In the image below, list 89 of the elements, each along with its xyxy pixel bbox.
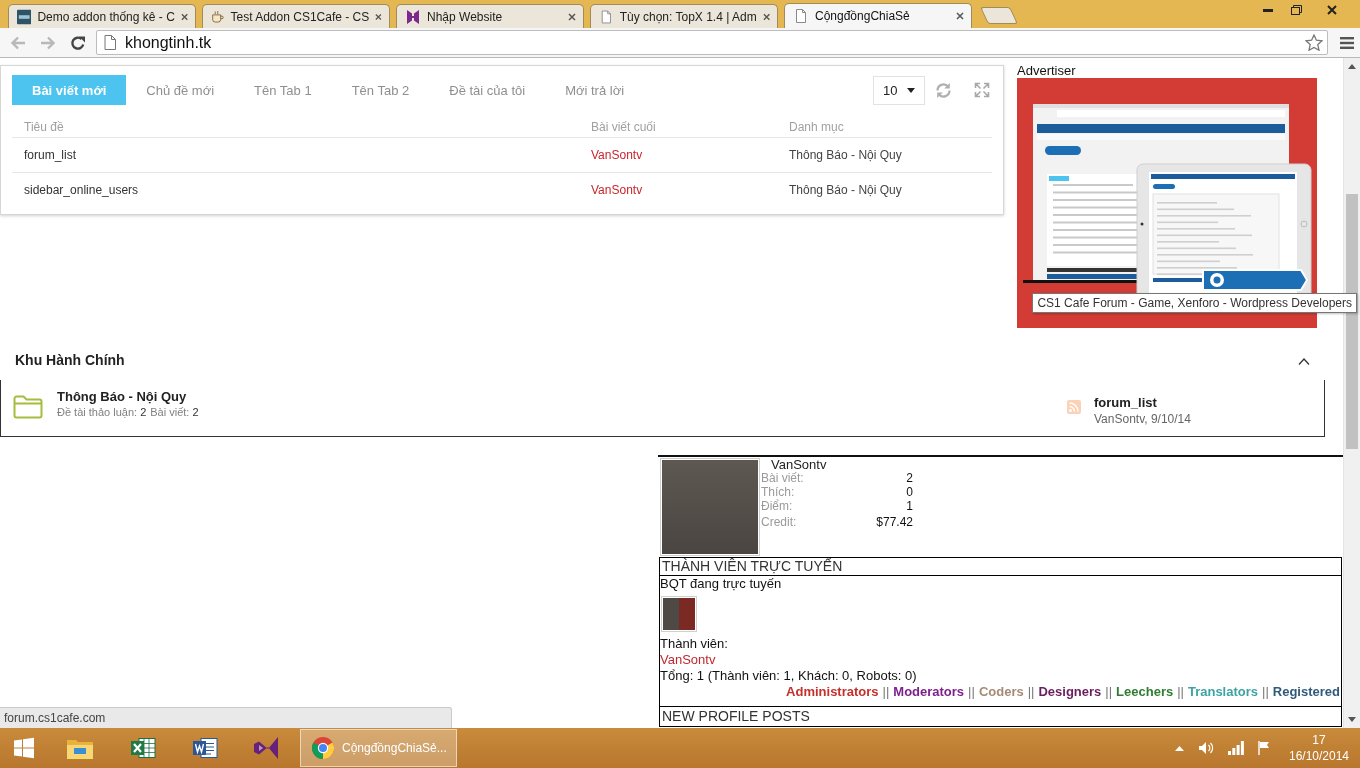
reload-icon: [70, 34, 86, 51]
section-subheading: Thành viên:: [660, 636, 729, 652]
speaker-icon[interactable]: [1198, 741, 1214, 755]
close-icon[interactable]: [568, 12, 576, 21]
new-tab-button[interactable]: [980, 7, 1018, 24]
user-group-label: Designers: [1038, 684, 1102, 699]
caret-down-icon: [907, 87, 915, 93]
minimize-icon: [1263, 8, 1273, 12]
stat-value: 2: [140, 406, 147, 418]
chrome-logo-icon: [311, 736, 335, 760]
site-logo-icon: [17, 8, 32, 25]
section-subheading: BQT đang trực tuyến: [660, 576, 783, 592]
stat-value: $77.42: [875, 515, 913, 529]
separator-text: ||: [1262, 684, 1269, 699]
close-icon: [1327, 5, 1337, 15]
section-title: THÀNH VIÊN TRỰC TUYẾN: [659, 557, 1342, 576]
stat-value: 2: [192, 406, 199, 418]
status-bubble: forum.cs1cafe.com: [0, 707, 452, 728]
forum-link[interactable]: Thông Báo - Nội Quy: [789, 183, 902, 197]
user-group-label: Moderators: [893, 684, 965, 699]
user-group-label: Leechers: [1116, 684, 1174, 699]
column-header: Bài viết cuối: [591, 120, 656, 134]
scroll-up-icon[interactable]: [1348, 64, 1356, 69]
close-icon[interactable]: [956, 12, 964, 20]
username-link[interactable]: VanSontv: [591, 148, 643, 162]
separator-text: ||: [882, 684, 890, 699]
separator-text: ||: [1027, 684, 1035, 699]
last-post-meta: VanSontv, 9/10/14: [1094, 411, 1191, 427]
stat-label: Bài viết:: [761, 471, 805, 485]
forum-link[interactable]: Thông Báo - Nội Quy: [789, 148, 902, 162]
photo-placeholder: [661, 596, 697, 632]
stat-label: Điểm:: [761, 499, 794, 513]
user-group-label: Administrators: [786, 684, 879, 699]
browser-tab[interactable]: Test Addon CS1Cafe - CS: [202, 4, 390, 28]
page-icon: [793, 8, 809, 24]
network-icon[interactable]: [1228, 741, 1244, 755]
page-icon: [104, 35, 116, 50]
stat-label: Thích:: [761, 485, 796, 499]
star-icon[interactable]: [1305, 34, 1323, 51]
collapse-chevron-icon[interactable]: [1298, 358, 1310, 365]
stat-label: Credit:: [761, 515, 798, 529]
user-group-label: Registered: [1272, 684, 1340, 699]
separator-text: ||: [1105, 684, 1113, 699]
forward-arrow-icon: [40, 35, 56, 50]
separator-text: ||: [968, 684, 975, 699]
restore-icon: [1290, 5, 1302, 15]
close-icon[interactable]: [180, 12, 188, 21]
scroll-down-icon[interactable]: [1348, 717, 1356, 722]
stat-label: Đề tài thảo luận:: [57, 406, 138, 418]
tooltip: CS1 Cafe Forum - Game, Xenforo - Wordpress Developers: [1032, 293, 1357, 313]
username-link[interactable]: VanSontv: [591, 183, 643, 197]
stat-label: Bài viết:: [150, 406, 190, 418]
page-size-select[interactable]: 10: [873, 75, 925, 105]
stat-value: 2: [905, 471, 913, 485]
browser-tab[interactable]: Nhập Website: [396, 4, 584, 28]
separator-text: ||: [1177, 684, 1184, 699]
caret-up-icon[interactable]: [1175, 745, 1184, 751]
document-icon: [192, 736, 218, 760]
column-header: Tiêu đề: [24, 120, 64, 134]
user-group-label: Coders: [978, 684, 1024, 699]
back-arrow-icon: [10, 35, 26, 50]
address-bar[interactable]: khongtinh.tk: [96, 30, 1328, 55]
stat-value: 0: [905, 485, 913, 499]
stat-value: 1: [905, 499, 913, 513]
username-link[interactable]: VanSontv: [761, 458, 913, 471]
browser-tab[interactable]: CộngđồngChiaSẻ: [784, 3, 972, 28]
forum-title-link[interactable]: Thông Báo - Nội Quy: [57, 389, 203, 405]
thread-title-link[interactable]: forum_list: [24, 148, 76, 162]
windows-logo-icon: [13, 737, 35, 759]
cup-icon: [211, 8, 225, 25]
flag-icon[interactable]: [1258, 741, 1270, 755]
category-title: Khu Hành Chính: [15, 352, 125, 368]
folder-icon: [13, 394, 43, 419]
page-icon: [599, 8, 614, 25]
close-icon[interactable]: [375, 12, 382, 21]
close-icon[interactable]: [762, 12, 770, 21]
online-total: Tổng: 1 (Thành viên: 1, Khách: 0, Robots: 0): [660, 668, 918, 684]
user-group-label: Translators: [1187, 684, 1259, 699]
thread-title-link[interactable]: sidebar_online_users: [24, 183, 139, 197]
browser-tab[interactable]: Tùy chọn: TopX 1.4 | Adm: [590, 4, 778, 28]
browser-tab[interactable]: Demo addon thống kê - C: [8, 4, 196, 28]
username-link[interactable]: VanSontv: [660, 652, 716, 667]
ad-heading: Advertiser: [1017, 64, 1077, 78]
column-header: Danh mục: [789, 120, 844, 134]
spreadsheet-icon: [130, 736, 156, 760]
section-title: NEW PROFILE POSTS: [659, 706, 1342, 727]
site-logo-icon: [405, 8, 421, 25]
menu-icon: [1340, 36, 1354, 49]
last-post-link[interactable]: forum_list: [1094, 395, 1191, 411]
